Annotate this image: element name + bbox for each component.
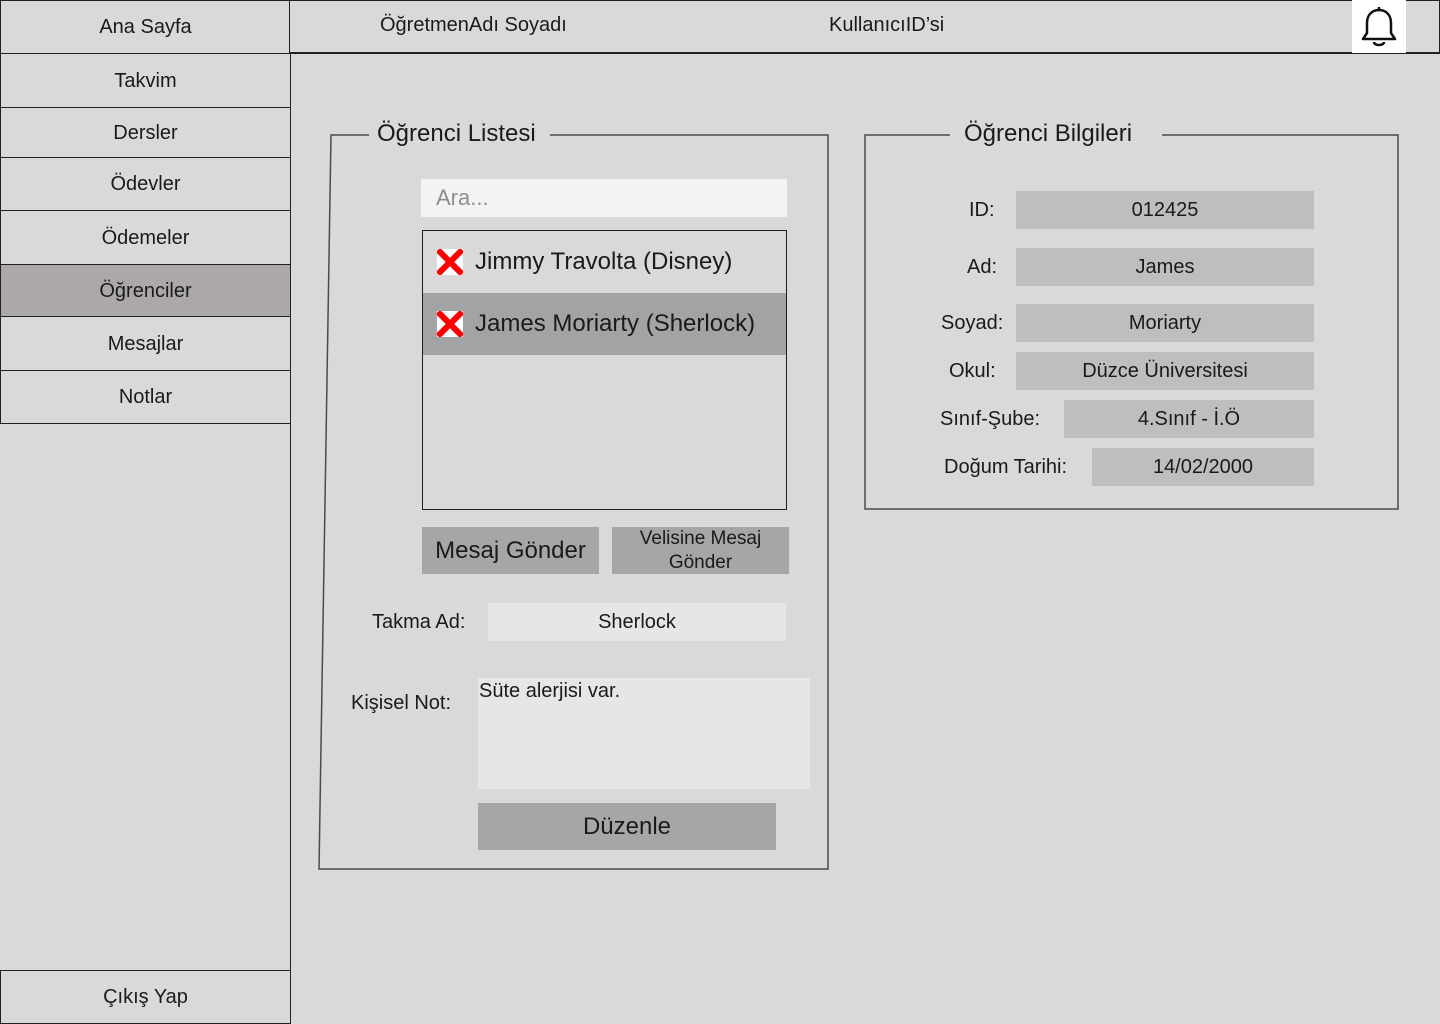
student-name: James Moriarty (Sherlock): [475, 310, 756, 337]
name-field: James: [1016, 248, 1314, 286]
nav-assignments[interactable]: Ödevler: [0, 157, 291, 212]
nav-calendar[interactable]: Takvim: [0, 53, 291, 109]
nickname-field[interactable]: Sherlock: [488, 603, 786, 641]
user-id: KullanıcıID’si: [829, 14, 945, 36]
student-name: Jimmy Travolta (Disney): [475, 248, 733, 275]
nav-calendar-label: Takvim: [114, 69, 177, 92]
logout-button[interactable]: Çıkış Yap: [0, 970, 291, 1024]
birth-label: Doğum Tarihi:: [944, 456, 1068, 478]
nav-payments[interactable]: Ödemeler: [0, 210, 291, 266]
name-label: Ad:: [967, 256, 998, 278]
student-list-item[interactable]: Jimmy Travolta (Disney): [423, 231, 786, 293]
student-search-input[interactable]: [421, 179, 787, 217]
surname-value: Moriarty: [1128, 311, 1202, 334]
sidebar-spacer: [0, 423, 291, 971]
nav-home-label: Ana Sayfa: [99, 15, 192, 38]
remove-x-icon[interactable]: [437, 249, 463, 275]
birth-value: 14/02/2000: [1152, 455, 1254, 478]
school-field: Düzce Üniversitesi: [1016, 352, 1314, 390]
student-list: Jimmy Travolta (Disney) James Moriarty (…: [422, 230, 787, 510]
birth-field: 14/02/2000: [1092, 448, 1314, 486]
school-label: Okul:: [949, 360, 996, 382]
send-message-button[interactable]: Mesaj Gönder: [422, 527, 599, 574]
personal-note-label: Kişisel Not:: [351, 692, 452, 714]
nav-home[interactable]: Ana Sayfa: [0, 0, 291, 54]
student-list-item-selected[interactable]: James Moriarty (Sherlock): [423, 293, 786, 355]
surname-label: Soyad:: [941, 312, 1004, 334]
edit-button[interactable]: Düzenle: [478, 803, 776, 850]
class-label: Sınıf-Şube:: [940, 408, 1041, 430]
nickname-value: Sherlock: [598, 610, 676, 633]
remove-x-icon[interactable]: [437, 311, 463, 337]
nickname-label: Takma Ad:: [372, 611, 466, 633]
nav-payments-label: Ödemeler: [101, 226, 190, 249]
personal-note-textarea[interactable]: Süte alerjisi var.: [478, 678, 810, 789]
bell-icon: [1361, 6, 1397, 46]
id-field: 012425: [1016, 191, 1314, 229]
id-value: 012425: [1131, 198, 1199, 221]
nav-messages[interactable]: Mesajlar: [0, 316, 291, 372]
logout-label: Çıkış Yap: [103, 985, 188, 1008]
nav-messages-label: Mesajlar: [107, 332, 184, 355]
surname-field: Moriarty: [1016, 304, 1314, 342]
student-info-title: Öğrenci Bilgileri: [958, 120, 1139, 148]
send-parent-message-button[interactable]: Velisine Mesaj Gönder: [612, 527, 789, 574]
nav-students[interactable]: Öğrenciler: [0, 264, 291, 318]
teacher-name: ÖğretmenAdı Soyadı: [380, 14, 567, 36]
student-list-title: Öğrenci Listesi: [371, 120, 542, 148]
personal-note-value: Süte alerjisi var.: [479, 680, 621, 702]
nav-courses-label: Dersler: [113, 121, 178, 144]
notification-button[interactable]: [1352, 0, 1406, 53]
class-value: 4.Sınıf - İ.Ö: [1137, 407, 1241, 430]
school-value: Düzce Üniversitesi: [1082, 359, 1248, 382]
nav-courses[interactable]: Dersler: [0, 107, 291, 159]
send-parent-message-label: Velisine Mesaj Gönder: [639, 527, 762, 573]
class-field: 4.Sınıf - İ.Ö: [1064, 400, 1314, 438]
nav-notes[interactable]: Notlar: [0, 370, 291, 424]
edit-label: Düzenle: [582, 812, 672, 840]
id-label: ID:: [969, 199, 995, 221]
nav-students-label: Öğrenciler: [99, 279, 192, 302]
nav-assignments-label: Ödevler: [110, 173, 181, 195]
send-message-label: Mesaj Gönder: [435, 536, 586, 564]
nav-notes-label: Notlar: [118, 385, 173, 408]
name-value: James: [1135, 255, 1195, 278]
